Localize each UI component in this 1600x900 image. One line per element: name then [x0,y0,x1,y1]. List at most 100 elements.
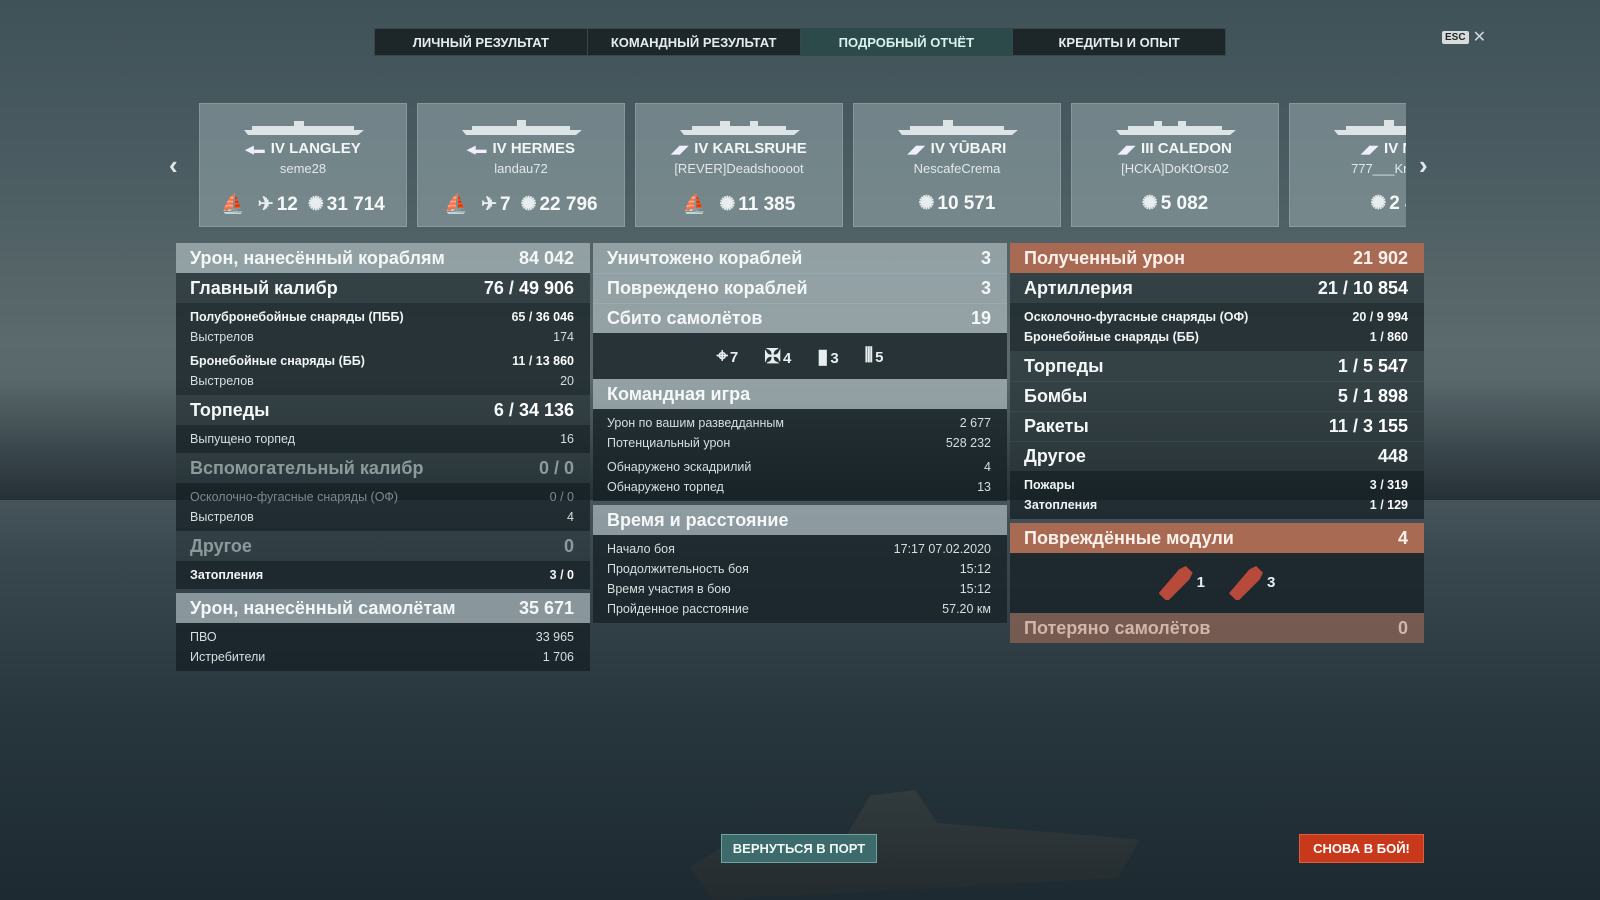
planes-shot-value: 7 [499,193,511,215]
ship-stats: ⛵ ✺ 11 385 [636,192,842,216]
artillery-row: Артиллерия 21 / 10 854 [1010,273,1424,303]
ship-silhouette-icon [898,120,1018,135]
player-name: seme28 [279,161,327,176]
tab-personal-result[interactable]: ЛИЧНЫЙ РЕЗУЛЬТАТ [375,29,588,55]
tab-credits-xp[interactable]: КРЕДИТЫ И ОПЫТ [1013,29,1225,55]
torpedo-tubes-icon [1229,566,1263,600]
ship-carousel: ◀▬ IV LANGLEY seme28 ⛵ ✈ 12 ✺ 31 714 ◀▬ IV H… [199,103,1406,227]
tab-bar: ЛИЧНЫЙ РЕЗУЛЬТАТ КОМАНДНЫЙ РЕЗУЛЬТАТ ПОД… [374,28,1226,56]
other-damage-row: Другое 0 [176,531,590,561]
planes-breakdown: ⌖ 7 ✠ 4 ▮ 3 ⫴ 5 [593,333,1007,379]
carousel-next-button[interactable]: › [1419,150,1428,181]
other-details: Затопления 3 / 0 [176,561,590,589]
esc-key-label: ESC [1442,31,1469,44]
damage-icon: ✺ [1141,193,1158,214]
planes-shot-value: 12 [276,193,298,215]
damaged-modules-list: 1 3 [1010,553,1424,613]
chevron-right-icon: › [1419,150,1428,180]
close-button[interactable]: ESC ✕ [1442,28,1486,46]
ship-card[interactable]: ◢◤ IV YŪBARI NescafeCrema ✺ 10 571 [853,103,1061,227]
torpedo-hit-icon: ⛵ [682,194,707,215]
plane-damage-details: ПВО 33 965 Истребители 1 706 [176,623,590,671]
time-distance-header: Время и расстояние [593,505,1007,535]
ship-silhouette-icon [1116,121,1236,135]
return-to-port-button[interactable]: ВЕРНУТЬСЯ В ПОРТ [721,834,877,863]
damage-icon: ✺ [520,193,537,215]
fighter-icon: ✠ [764,345,781,368]
ship-stats: ⛵ ✈ 7 ✺ 22 796 [418,192,624,216]
battleship-class-icon: ◢◤ [1361,144,1379,156]
ship-card[interactable]: ◀▬ IV LANGLEY seme28 ⛵ ✈ 12 ✺ 31 714 [199,103,407,227]
player-name: NescafeCrema [913,161,1001,176]
damage-received-column: Полученный урон 21 902 Артиллерия 21 / 10 … [1010,243,1424,643]
damage-value: 22 796 [539,193,598,215]
chevron-left-icon: ‹ [169,150,178,180]
tab-team-result[interactable]: КОМАНДНЫЙ РЕЗУЛЬТАТ [588,29,801,55]
main-battery-row: Главный калибр 76 / 49 906 [176,273,590,303]
planes-shot-icon: ✈ [257,193,274,215]
carrier-class-icon: ◀▬ [245,144,265,156]
damage-value: 2 4 [1389,193,1406,214]
damage-icon: ✺ [918,193,935,214]
damaged-modules-header: Повреждённые модули 4 [1010,523,1424,553]
ship-card[interactable]: ◢◤IV MY 777___Krosov ✺2 4 [1289,103,1406,227]
player-name: 777___Krosov [1351,161,1406,176]
torpedo-hit-icon: ⛵ [444,194,469,215]
damage-value: 5 082 [1160,193,1209,214]
received-torpedoes-row: Торпеды 1 / 5 547 [1010,351,1424,381]
ship-name: ◢◤ IV KARLSRUHE [671,140,807,157]
damage-dealt-column: Урон, нанесённый кораблям 84 042 Главный … [176,243,590,671]
ship-card[interactable]: ◀▬ IV HERMES landau72 ⛵ ✈ 7 ✺ 22 796 [417,103,625,227]
plane-damage-header: Урон, нанесённый самолётам 35 671 [176,593,590,623]
carrier-class-icon: ◀▬ [466,144,487,156]
torpedo-hit-icon: ⛵ [221,194,245,215]
torpedoes-row: Торпеды 6 / 34 136 [176,395,590,425]
artillery-details: Осколочно-фугасные снаряды (ОФ) 20 / 9 99… [1010,303,1424,351]
battle-stats-column: Уничтожено кораблей 3 Повреждено кораблей… [593,243,1007,623]
torpedoes-details: Выпущено торпед 16 [176,425,590,453]
carousel-prev-button[interactable]: ‹ [169,150,178,181]
crosshair-icon: ⌖ [716,344,728,367]
ship-stats: ⛵ ✈ 12 ✺ 31 714 [200,192,406,216]
ship-silhouette-icon [462,120,582,135]
team-play-header: Командная игра [593,379,1007,409]
ships-damaged-row: Повреждено кораблей 3 [593,273,1007,303]
cruiser-class-icon: ◢◤ [1118,144,1136,156]
ship-name: ◢◤IV MY [1361,140,1406,157]
damage-received-header: Полученный урон 21 902 [1010,243,1424,273]
ship-name: ◀▬ IV HERMES [466,140,575,157]
battle-again-button[interactable]: СНОВА В БОЙ! [1299,834,1424,863]
ship-silhouette-icon [1334,120,1406,135]
damage-icon: ✺ [307,193,324,215]
ship-name: ◀▬ IV LANGLEY [245,140,361,157]
cruiser-class-icon: ◢◤ [907,144,925,156]
bomb-icon: ▮ [817,345,829,368]
ship-silhouette-icon [680,121,800,135]
ship-card[interactable]: ◢◤ IV KARLSRUHE [REVER]Deadshoooot ⛵ ✺ 11 … [635,103,843,227]
main-battery-details: Полубронебойные снаряды (ПББ) 65 / 36 046… [176,303,590,395]
damage-icon: ✺ [1370,193,1387,214]
damage-value: 11 385 [738,193,796,215]
received-other-details: Пожары 3 / 319 Затопления 1 / 129 [1010,471,1424,519]
planes-shot-icon: ✈ [481,193,497,215]
ship-card[interactable]: ◢◤ III CALEDON [HCKA]DoKtOrs02 ✺ 5 082 [1071,103,1279,227]
player-name: landau72 [494,161,548,176]
damage-icon: ✺ [719,193,736,215]
rockets-icon: ⫴ [864,344,874,367]
received-other-row: Другое 448 [1010,441,1424,471]
ship-stats: ✺ 10 571 [854,192,1060,215]
planes-lost-row: Потеряно самолётов 0 [1010,613,1424,643]
ship-name: ◢◤ III CALEDON [1118,140,1232,157]
close-icon: ✕ [1472,28,1486,46]
ship-name: ◢◤ IV YŪBARI [907,140,1007,157]
damage-value: 31 714 [326,193,385,215]
tab-detailed-report[interactable]: ПОДРОБНЫЙ ОТЧЁТ [800,29,1014,55]
ship-stats: ✺2 4 [1290,192,1406,215]
ship-damage-header: Урон, нанесённый кораблям 84 042 [176,243,590,273]
cruiser-class-icon: ◢◤ [671,144,689,156]
planes-shot-row: Сбито самолётов 19 [593,303,1007,333]
damage-value: 10 571 [937,193,996,214]
ship-stats: ✺ 5 082 [1072,192,1278,215]
player-name: [REVER]Deadshoooot [674,161,804,176]
ships-destroyed-row: Уничтожено кораблей 3 [593,243,1007,273]
